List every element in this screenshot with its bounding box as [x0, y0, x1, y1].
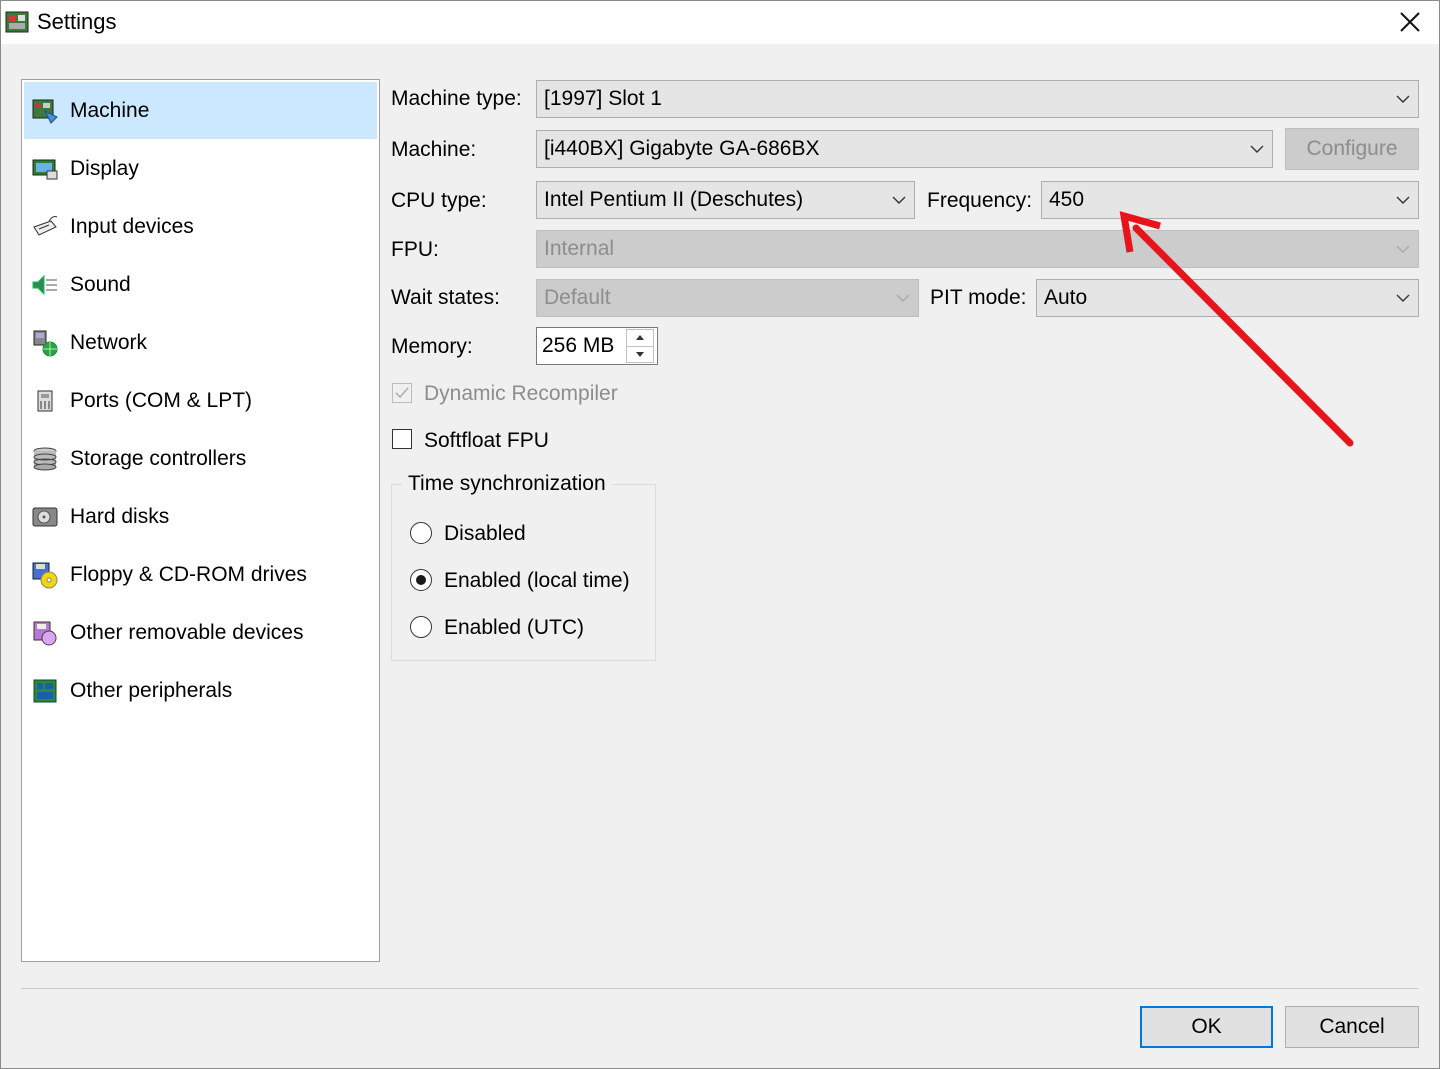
time-sync-local-label: Enabled (local time): [444, 569, 630, 592]
caret-down-icon: [636, 351, 644, 357]
floppy-cdrom-icon: [30, 560, 60, 590]
softfloat-fpu-label: Softfloat FPU: [424, 429, 549, 452]
ports-icon: [30, 386, 60, 416]
dynamic-recompiler-label: Dynamic Recompiler: [424, 382, 618, 405]
sidebar-item-label: Ports (COM & LPT): [70, 388, 253, 412]
time-sync-disabled-label: Disabled: [444, 522, 526, 545]
chevron-down-icon: [1388, 230, 1418, 268]
machine-label: Machine:: [391, 138, 477, 161]
time-sync-disabled-radio[interactable]: [410, 522, 432, 544]
cpu-type-value: Intel Pentium II (Deschutes): [544, 188, 804, 211]
sidebar-item-label: Other peripherals: [70, 678, 233, 702]
machine-type-label: Machine type:: [391, 87, 522, 110]
display-icon: [30, 154, 60, 184]
cpu-type-select[interactable]: Intel Pentium II (Deschutes): [536, 181, 915, 219]
sidebar-item-ports[interactable]: Ports (COM & LPT): [24, 372, 377, 429]
time-sync-local-radio[interactable]: [410, 569, 432, 591]
time-sync-utc-radio[interactable]: [410, 616, 432, 638]
wait-states-label: Wait states:: [391, 286, 500, 309]
softfloat-fpu-checkbox[interactable]: [392, 429, 412, 449]
title-bar: Settings: [0, 0, 1440, 44]
sidebar-item-display[interactable]: Display: [24, 140, 377, 197]
sidebar-item-storage-controllers[interactable]: Storage controllers: [24, 430, 377, 487]
sidebar-item-label: Machine: [70, 98, 150, 122]
storage-icon: [30, 444, 60, 474]
fpu-value: Internal: [544, 237, 615, 260]
memory-spinbox[interactable]: 256 MB: [536, 327, 658, 365]
sound-icon: [30, 270, 60, 300]
network-icon: [30, 328, 60, 358]
fpu-label: FPU:: [391, 238, 439, 261]
sidebar-item-machine[interactable]: Machine: [24, 82, 377, 139]
sidebar-item-network[interactable]: Network: [24, 314, 377, 371]
sidebar-item-sound[interactable]: Sound: [24, 256, 377, 313]
frequency-label: Frequency:: [927, 189, 1033, 212]
time-sync-utc-label: Enabled (UTC): [444, 616, 585, 639]
cpu-type-label: CPU type:: [391, 189, 487, 212]
close-icon: [1400, 12, 1420, 32]
sidebar-item-label: Network: [70, 330, 148, 354]
close-button[interactable]: [1380, 0, 1440, 44]
chevron-down-icon: [888, 279, 918, 317]
sidebar-item-other-peripherals[interactable]: Other peripherals: [24, 662, 377, 719]
chevron-down-icon: [1388, 279, 1418, 317]
sidebar-item-label: Display: [70, 156, 139, 180]
chevron-down-icon: [1388, 181, 1418, 219]
cancel-button[interactable]: Cancel: [1285, 1006, 1419, 1048]
memory-value: 256 MB: [542, 334, 615, 357]
spin-up-button[interactable]: [627, 330, 653, 346]
sidebar-item-label: Other removable devices: [70, 620, 304, 644]
frequency-select[interactable]: 450: [1041, 181, 1419, 219]
settings-category-list[interactable]: Machine Display Input devices Sound Netw…: [21, 79, 380, 962]
machine-type-value: [1997] Slot 1: [544, 87, 662, 110]
hard-disk-icon: [30, 502, 60, 532]
pit-mode-value: Auto: [1044, 286, 1088, 309]
removable-icon: [30, 618, 60, 648]
pit-mode-select[interactable]: Auto: [1036, 279, 1419, 317]
caret-up-icon: [636, 335, 644, 341]
sidebar-item-label: Storage controllers: [70, 446, 247, 470]
chevron-down-icon: [1388, 80, 1418, 118]
dynamic-recompiler-checkbox[interactable]: [392, 383, 412, 403]
radio-selected-dot: [416, 575, 426, 585]
spin-down-button[interactable]: [627, 345, 653, 363]
window-title: Settings: [37, 9, 117, 34]
time-sync-title: Time synchronization: [402, 472, 612, 496]
sidebar-item-label: Hard disks: [70, 504, 170, 528]
sidebar-item-floppy-cdrom[interactable]: Floppy & CD-ROM drives: [24, 546, 377, 603]
fpu-select[interactable]: Internal: [536, 230, 1419, 268]
ok-button[interactable]: OK: [1140, 1006, 1273, 1048]
app-icon: [4, 8, 32, 36]
sidebar-item-hard-disks[interactable]: Hard disks: [24, 488, 377, 545]
sidebar-item-label: Input devices: [70, 214, 194, 238]
machine-type-select[interactable]: [1997] Slot 1: [536, 80, 1419, 118]
frequency-value: 450: [1049, 188, 1085, 211]
pit-mode-label: PIT mode:: [930, 286, 1027, 309]
sidebar-item-other-removable[interactable]: Other removable devices: [24, 604, 377, 661]
machine-icon: [30, 96, 60, 126]
wait-states-select[interactable]: Default: [536, 279, 919, 317]
sidebar-item-label: Sound: [70, 272, 131, 296]
input-devices-icon: [30, 212, 60, 242]
chevron-down-icon: [884, 181, 914, 219]
configure-button[interactable]: Configure: [1285, 128, 1419, 170]
sidebar-item-label: Floppy & CD-ROM drives: [70, 562, 307, 586]
sidebar-item-input-devices[interactable]: Input devices: [24, 198, 377, 255]
machine-select[interactable]: [i440BX] Gigabyte GA-686BX: [536, 130, 1273, 168]
memory-label: Memory:: [391, 335, 473, 358]
machine-value: [i440BX] Gigabyte GA-686BX: [544, 137, 820, 160]
footer-separator: [21, 988, 1418, 989]
peripherals-icon: [30, 676, 60, 706]
checkmark-icon: [395, 387, 409, 399]
chevron-down-icon: [1242, 130, 1272, 168]
wait-states-value: Default: [544, 286, 611, 309]
